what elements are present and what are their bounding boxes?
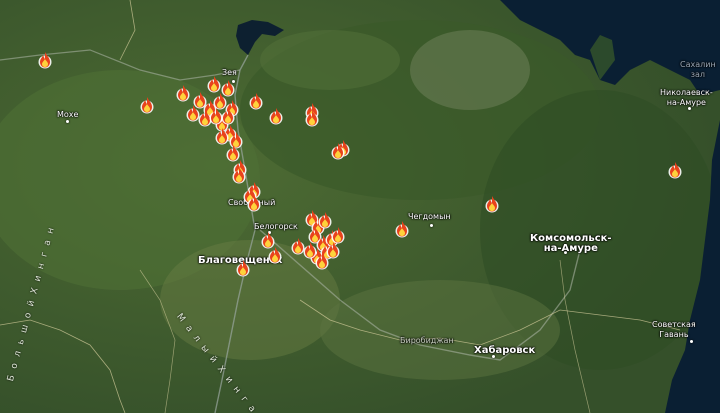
label-birobidzhan: Биробиджан — [400, 336, 454, 345]
label-sovetskaya-gavan: Советская Гавань — [652, 320, 696, 339]
chegdomyn-dot — [430, 224, 433, 227]
satellite-basemap — [0, 0, 720, 413]
label-komsomolsk: Комсомольск- на-Амуре — [530, 233, 612, 254]
fire-icon[interactable] — [268, 246, 282, 264]
fire-icon[interactable] — [38, 51, 52, 69]
fire-icon[interactable] — [269, 107, 283, 125]
label-chegdomyn: Чегдомын — [408, 212, 451, 221]
sovetskaya-gavan-dot — [690, 340, 693, 343]
fire-icon[interactable] — [215, 127, 229, 145]
fire-icon[interactable] — [207, 75, 221, 93]
fire-icon[interactable] — [247, 194, 261, 212]
fire-icon[interactable] — [485, 195, 499, 213]
label-mokhe: Мохе — [57, 110, 79, 119]
fire-icon[interactable] — [176, 84, 190, 102]
fire-icon[interactable] — [140, 96, 154, 114]
fire-icon[interactable] — [303, 241, 317, 259]
label-nikolaevsk: Николаевск- на-Амуре — [660, 88, 713, 107]
label-sakhalin: Сахалин зал — [680, 60, 716, 79]
fire-icon[interactable] — [232, 166, 246, 184]
fire-icon[interactable] — [326, 241, 340, 259]
fire-icon[interactable] — [305, 109, 319, 127]
fire-icon[interactable] — [249, 92, 263, 110]
wildfire-map[interactable]: Зея Мохе Свободный Белогорск Благовещенс… — [0, 0, 720, 413]
label-zeya: Зея — [222, 68, 237, 77]
fire-icon[interactable] — [395, 220, 409, 238]
fire-icon[interactable] — [209, 107, 223, 125]
fire-icon[interactable] — [668, 161, 682, 179]
fire-icon[interactable] — [236, 259, 250, 277]
label-khabarovsk: Хабаровск — [474, 345, 536, 356]
mokhe-dot — [66, 120, 69, 123]
fire-icon[interactable] — [331, 142, 345, 160]
fire-icon[interactable] — [221, 107, 235, 125]
